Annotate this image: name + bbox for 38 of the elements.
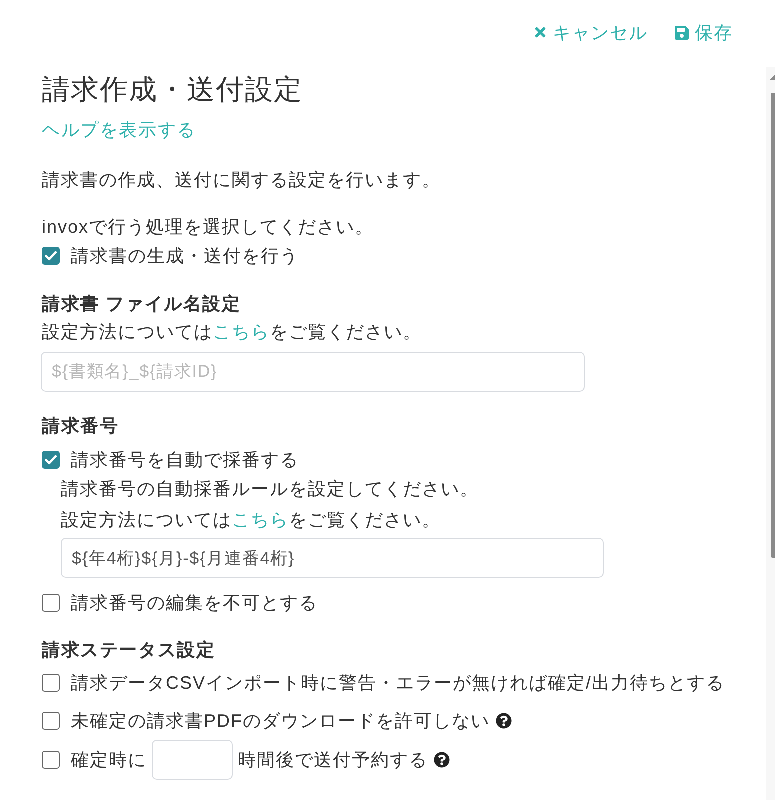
- file-name-input-field[interactable]: ${書類名}_${請求ID}: [41, 352, 585, 392]
- cancel-button[interactable]: キャンセル: [533, 20, 648, 44]
- checkbox-label: 未確定の請求書PDFのダウンロードを許可しない: [71, 710, 490, 733]
- page-title: 請求作成・送付設定: [42, 73, 303, 107]
- checkbox[interactable]: [42, 451, 60, 469]
- numbering-rule-input-field[interactable]: ${年4桁}${月}-${月連番4桁}: [61, 538, 604, 578]
- checkbox-label: 時間後で送付予約する: [238, 749, 428, 772]
- instruction-text: 設定方法については こちら をご覧ください。: [42, 321, 422, 344]
- help-icon[interactable]: [496, 713, 512, 729]
- section-heading: 請求番号: [42, 415, 120, 438]
- help-link[interactable]: ヘルプを表示する: [42, 118, 196, 142]
- checkbox-label: 請求データCSVインポート時に警告・エラーが無ければ確定/出力待ちとする: [71, 672, 726, 695]
- scrollbar-thumb[interactable]: [771, 93, 775, 558]
- instruction-text: 請求番号の自動採番ルールを設定してください。: [61, 478, 479, 501]
- help-icon[interactable]: [434, 752, 450, 768]
- checkbox-label: 請求番号を自動で採番する: [71, 449, 299, 472]
- prompt-text: invoxで行う処理を選択してください。: [42, 216, 374, 239]
- scrollbar[interactable]: [766, 67, 775, 800]
- save-button[interactable]: 保存: [674, 20, 733, 44]
- checkmark-icon: [45, 251, 57, 261]
- checkmark-icon: [45, 455, 57, 465]
- close-icon: [533, 25, 548, 40]
- scroll-up-arrow-icon[interactable]: [770, 75, 775, 80]
- checkbox[interactable]: [42, 712, 60, 730]
- checkbox-label: 請求書の生成・送付を行う: [71, 245, 299, 268]
- checkbox[interactable]: [42, 751, 60, 769]
- here-link[interactable]: こちら: [213, 322, 270, 342]
- checkbox[interactable]: [42, 594, 60, 612]
- hours-input-field[interactable]: [152, 740, 233, 780]
- section-heading: 請求書 ファイル名設定: [42, 293, 242, 316]
- description-text: 請求書の作成、送付に関する設定を行います。: [42, 169, 441, 192]
- checkbox-label: 確定時に: [71, 749, 147, 772]
- checkbox[interactable]: [42, 674, 60, 692]
- checkbox-label: 請求番号の編集を不可とする: [71, 592, 318, 615]
- here-link[interactable]: こちら: [232, 510, 289, 530]
- checkbox[interactable]: [42, 247, 60, 265]
- section-heading: 請求ステータス設定: [42, 639, 216, 662]
- instruction-text: 設定方法については こちら をご覧ください。: [61, 509, 441, 532]
